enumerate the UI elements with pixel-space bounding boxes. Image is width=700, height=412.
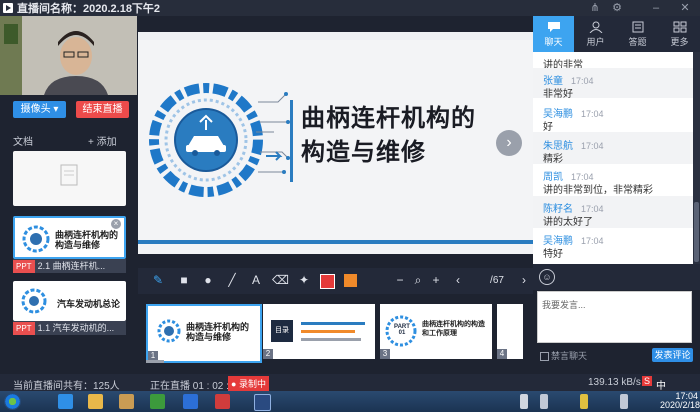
color-red-swatch[interactable] — [320, 274, 335, 289]
folder-icon[interactable] — [119, 394, 134, 409]
chat-messages: 讲的非常 张童 17:04 非常好 吴海鹏 17:04 好 朱思航 17:04 精彩 … — [533, 52, 693, 264]
slide-title-line1: 曲柄连杆机构的 — [301, 105, 476, 132]
start-button-icon[interactable] — [4, 393, 21, 410]
slide-thumbnail-strip: 曲柄连杆机构的构造与维修 1 目录 2 PART 01 曲柄连杆机构的构造和工作… — [138, 296, 533, 363]
status-bar: 当前直播间共有：125人 正在直播 01 : 02 : 23 ● 录制中 139… — [0, 374, 700, 392]
share-icon[interactable]: ⋔ — [586, 0, 604, 16]
next-page-icon[interactable]: › — [516, 273, 532, 287]
windows-taskbar: 17:04 2020/2/18 — [0, 391, 700, 412]
zoom-in-icon[interactable]: + — [428, 273, 444, 287]
window-title: 直播间名称：2020.2.18下午2 — [17, 3, 161, 15]
app-icon[interactable] — [183, 394, 198, 409]
slide-thumbnail[interactable]: 4 — [497, 304, 523, 359]
pen-icon[interactable]: ✎ — [150, 273, 166, 287]
close-icon[interactable]: × — [111, 219, 121, 229]
camera-button[interactable]: 摄像头 ▾ — [13, 101, 66, 118]
text-icon[interactable]: A — [248, 273, 264, 287]
doc-caption: PPT 1.1 汽车发动机的... — [13, 321, 126, 335]
emoji-icon[interactable]: ☺ — [539, 269, 555, 285]
clock: 17:04 2020/2/18 — [660, 391, 700, 410]
app-icon[interactable] — [215, 394, 230, 409]
minimize-icon[interactable]: – — [647, 0, 665, 16]
app-logo-icon — [3, 3, 13, 13]
clear-icon[interactable]: ✦ — [296, 273, 312, 287]
doc-title: 汽车发动机总论 — [57, 299, 121, 309]
tray-icon[interactable] — [540, 394, 548, 409]
doc-upload-placeholder[interactable] — [13, 151, 126, 206]
thumbnail-number: 4 — [497, 349, 507, 359]
doc-item[interactable]: 汽车发动机总论 — [13, 281, 126, 321]
ime-indicator[interactable]: 中 — [656, 377, 666, 392]
user-icon — [589, 21, 602, 33]
doc-caption: PPT 2.1 曲柄连杆机... — [13, 259, 126, 273]
thumbnail-title: 曲柄连杆机构的构造和工作原理 — [422, 321, 485, 337]
title-bar: 直播间名称：2020.2.18下午2 ⋔ ⚙ – ✕ — [0, 0, 700, 16]
thumbnail-scrollbar[interactable] — [146, 360, 164, 363]
add-doc-button[interactable]: + 添加 — [88, 133, 117, 148]
side-tabs: 聊天 用户 答题 更多 — [533, 16, 700, 52]
app-icon[interactable] — [150, 394, 165, 409]
slide-view: 曲柄连杆机构的 构造与维修 — [138, 32, 533, 254]
settings-icon[interactable]: ⚙ — [608, 0, 626, 16]
more-icon — [673, 21, 686, 33]
block-chat-checkbox[interactable]: 禁言聊天 — [540, 349, 587, 362]
end-live-button[interactable]: 结束直播 — [76, 101, 129, 118]
quiz-icon — [632, 21, 643, 33]
line-icon[interactable]: ╱ — [224, 273, 240, 287]
webcam-preview — [0, 16, 137, 95]
prev-page-icon[interactable]: ‹ — [450, 273, 466, 287]
chat-scrollbar[interactable] — [693, 52, 700, 264]
send-comment-button[interactable]: 发表评论 — [652, 348, 693, 362]
close-icon[interactable]: ✕ — [676, 0, 694, 16]
tray-icon[interactable] — [520, 394, 528, 409]
chat-input[interactable]: 我要发言... — [537, 291, 692, 343]
doc-item[interactable]: 曲柄连杆机构的构造与维修 × — [13, 216, 126, 259]
thumbnail-number: 3 — [380, 349, 390, 359]
thumbnail-part: PART 01 — [394, 324, 410, 336]
tab-more[interactable]: 更多 — [659, 16, 700, 52]
eraser-icon[interactable]: ⌫ — [272, 273, 289, 287]
thumbnail-number: 2 — [263, 349, 273, 359]
viewer-count: 当前直播间共有：125人 — [13, 381, 120, 392]
color-orange-swatch[interactable] — [344, 274, 357, 287]
chat-message-text: 讲的非常到位，非常精彩 — [543, 185, 653, 196]
live-app-icon[interactable] — [254, 394, 271, 411]
next-slide-button[interactable]: › — [496, 130, 522, 156]
chat-input-placeholder: 我要发言... — [542, 300, 586, 310]
doc-title: 曲柄连杆机构的构造与维修 — [55, 230, 119, 250]
zoom-icon[interactable]: ⌕ — [410, 273, 426, 288]
chat-icon — [547, 22, 560, 32]
thumbnail-title: 目录 — [271, 320, 293, 342]
recording-badge: ● 录制中 — [228, 376, 269, 391]
chat-message-text: 精彩 — [543, 154, 563, 165]
slide-thumbnail[interactable]: 目录 2 — [263, 304, 375, 359]
doc-section-label: 文档 — [13, 137, 33, 148]
page-counter: /67 — [490, 275, 504, 286]
zoom-out-icon[interactable]: − — [392, 273, 408, 287]
net-speed: 139.13 kB/s — [588, 377, 641, 388]
ie-icon[interactable] — [58, 394, 73, 409]
chat-message-text: 特好 — [543, 249, 563, 260]
tab-users[interactable]: 用户 — [575, 16, 616, 52]
chat-message-text: 非常好 — [543, 89, 573, 100]
circle-icon[interactable]: ● — [200, 273, 216, 287]
tray-icon[interactable] — [620, 394, 628, 409]
rectangle-icon[interactable]: ■ — [176, 273, 192, 287]
tab-quiz[interactable]: 答题 — [617, 16, 658, 52]
chat-message-text: 讲的太好了 — [543, 217, 593, 228]
slide-title-line2: 构造与维修 — [301, 139, 426, 166]
chat-tools: ☺ — [533, 264, 700, 290]
thumbnail-title: 曲柄连杆机构的构造与维修 — [186, 322, 250, 342]
explorer-icon[interactable] — [88, 394, 103, 409]
ime-logo-icon[interactable]: S — [642, 376, 653, 386]
slide-thumbnail[interactable]: PART 01 曲柄连杆机构的构造和工作原理 3 — [380, 304, 492, 359]
chat-message-text: 好 — [543, 122, 553, 133]
annotation-toolbar: ✎ ■ ● ╱ A ⌫ ✦ − ⌕ + ‹ /67 › — [138, 268, 533, 294]
slide-thumbnail[interactable]: 曲柄连杆机构的构造与维修 1 — [146, 304, 262, 363]
tab-chat[interactable]: 聊天 — [533, 16, 574, 52]
tray-icon[interactable] — [580, 394, 588, 409]
